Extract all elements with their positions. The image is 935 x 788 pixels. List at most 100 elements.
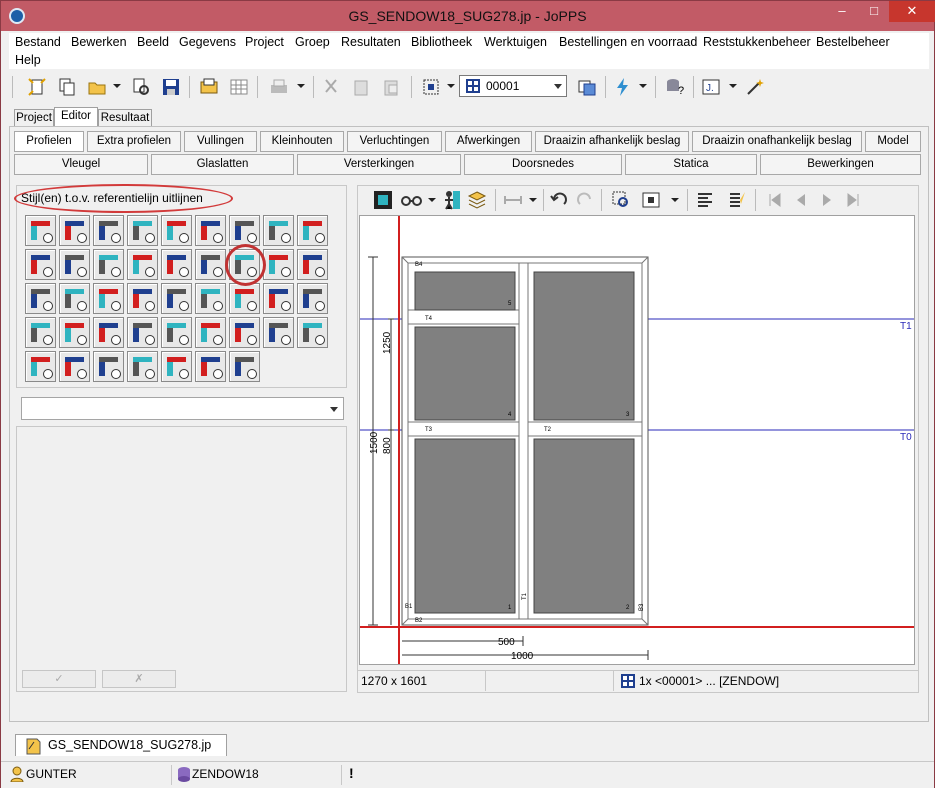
tool-button-1-3[interactable] bbox=[93, 215, 124, 246]
align-text-icon[interactable] bbox=[695, 190, 715, 210]
table-icon[interactable] bbox=[229, 77, 249, 97]
frame-view-icon[interactable] bbox=[373, 190, 393, 210]
menu-werktuigen[interactable]: Werktuigen bbox=[484, 35, 547, 49]
menu-bewerken[interactable]: Bewerken bbox=[71, 35, 127, 49]
print-dropdown-icon[interactable] bbox=[297, 84, 305, 88]
tool-button-3-9[interactable] bbox=[297, 283, 328, 314]
find-icon[interactable] bbox=[131, 77, 151, 97]
select-grid-icon[interactable] bbox=[421, 77, 441, 97]
menu-bestellingen[interactable]: Bestellingen en voorraad bbox=[559, 35, 697, 49]
zoom-select-icon[interactable] bbox=[611, 190, 631, 210]
tool-button-2-9[interactable] bbox=[297, 249, 328, 280]
maximize-button[interactable]: □ bbox=[859, 1, 889, 22]
tool-button-1-2[interactable] bbox=[59, 215, 90, 246]
new-icon[interactable] bbox=[27, 77, 47, 97]
redo-icon[interactable] bbox=[575, 190, 595, 210]
tool-button-4-3[interactable] bbox=[93, 317, 124, 348]
paste-icon[interactable] bbox=[351, 77, 371, 97]
tab-doorsnedes[interactable]: Doorsnedes bbox=[464, 154, 622, 175]
tab-editor[interactable]: Editor bbox=[54, 107, 98, 127]
tool-button-5-5[interactable] bbox=[161, 351, 192, 382]
select-dropdown-icon[interactable] bbox=[447, 84, 455, 88]
zoom-dropdown-icon[interactable] bbox=[671, 198, 679, 202]
tab-draaizin-afhankelijk[interactable]: Draaizin afhankelijk beslag bbox=[535, 131, 689, 152]
tool-button-4-2[interactable] bbox=[59, 317, 90, 348]
menu-project[interactable]: Project bbox=[245, 35, 284, 49]
tool-button-1-4[interactable] bbox=[127, 215, 158, 246]
tab-statica[interactable]: Statica bbox=[625, 154, 757, 175]
window-drawing[interactable]: B4 T4 T3 T2 T1 B1 B2 B3 5 4 3 1 2 T1 T0 … bbox=[360, 216, 915, 665]
magic-wand-icon[interactable] bbox=[745, 77, 765, 97]
tool-button-3-7[interactable] bbox=[229, 283, 260, 314]
tab-vleugel[interactable]: Vleugel bbox=[14, 154, 148, 175]
tool-button-2-1[interactable] bbox=[25, 249, 56, 280]
first-icon[interactable] bbox=[765, 190, 785, 210]
tool-button-3-1[interactable] bbox=[25, 283, 56, 314]
undo-icon[interactable] bbox=[549, 190, 569, 210]
tab-profielen[interactable]: Profielen bbox=[14, 131, 84, 152]
lightning-dropdown-icon[interactable] bbox=[639, 84, 647, 88]
tool-button-4-7[interactable] bbox=[229, 317, 260, 348]
tool-button-2-8[interactable] bbox=[263, 249, 294, 280]
menu-bestelbeheer[interactable]: Bestelbeheer bbox=[816, 35, 890, 49]
save-icon[interactable] bbox=[161, 77, 181, 97]
report-dropdown-icon[interactable] bbox=[729, 84, 737, 88]
next-icon[interactable] bbox=[817, 190, 837, 210]
tab-vullingen[interactable]: Vullingen bbox=[184, 131, 257, 152]
tool-button-2-2[interactable] bbox=[59, 249, 90, 280]
glasses-dropdown-icon[interactable] bbox=[428, 198, 436, 202]
tool-button-5-4[interactable] bbox=[127, 351, 158, 382]
confirm-button[interactable]: ✓ bbox=[22, 670, 96, 688]
tab-afwerkingen[interactable]: Afwerkingen bbox=[445, 131, 532, 152]
tab-versterkingen[interactable]: Versterkingen bbox=[297, 154, 461, 175]
menu-groep[interactable]: Groep bbox=[295, 35, 330, 49]
person-icon[interactable] bbox=[441, 190, 461, 210]
tool-button-2-5[interactable] bbox=[161, 249, 192, 280]
tool-button-1-1[interactable] bbox=[25, 215, 56, 246]
tool-button-1-8[interactable] bbox=[263, 215, 294, 246]
tab-kleinhouten[interactable]: Kleinhouten bbox=[260, 131, 344, 152]
open-dropdown-icon[interactable] bbox=[113, 84, 121, 88]
tool-button-2-6[interactable] bbox=[195, 249, 226, 280]
drawing-canvas[interactable]: B4 T4 T3 T2 T1 B1 B2 B3 5 4 3 1 2 T1 T0 … bbox=[359, 215, 915, 665]
tab-glaslatten[interactable]: Glaslatten bbox=[151, 154, 294, 175]
tool-button-4-8[interactable] bbox=[263, 317, 294, 348]
tool-button-4-4[interactable] bbox=[127, 317, 158, 348]
tool-button-3-3[interactable] bbox=[93, 283, 124, 314]
tool-button-3-8[interactable] bbox=[263, 283, 294, 314]
print-icon[interactable] bbox=[269, 77, 289, 97]
previous-icon[interactable] bbox=[791, 190, 811, 210]
model-select[interactable]: 00001 bbox=[459, 75, 567, 97]
tool-button-2-3[interactable] bbox=[93, 249, 124, 280]
tool-button-5-7[interactable] bbox=[229, 351, 260, 382]
layers-icon[interactable] bbox=[467, 190, 487, 210]
last-icon[interactable] bbox=[843, 190, 863, 210]
tool-button-5-1[interactable] bbox=[25, 351, 56, 382]
menu-bestand[interactable]: Bestand bbox=[15, 35, 61, 49]
zoom-window-icon[interactable] bbox=[641, 190, 661, 210]
report-icon[interactable]: J. bbox=[701, 77, 721, 97]
tool-button-4-9[interactable] bbox=[297, 317, 328, 348]
dimension-icon[interactable] bbox=[503, 190, 523, 210]
menu-beeld[interactable]: Beeld bbox=[137, 35, 169, 49]
cut-icon[interactable] bbox=[321, 77, 341, 97]
menu-resultaten[interactable]: Resultaten bbox=[341, 35, 401, 49]
menu-gegevens[interactable]: Gegevens bbox=[179, 35, 236, 49]
tool-button-4-1[interactable] bbox=[25, 317, 56, 348]
tool-button-3-5[interactable] bbox=[161, 283, 192, 314]
close-button[interactable]: ✕ bbox=[889, 1, 935, 22]
tab-bewerkingen[interactable]: Bewerkingen bbox=[760, 154, 921, 175]
dimension-dropdown-icon[interactable] bbox=[529, 198, 537, 202]
model-window-icon[interactable] bbox=[577, 77, 597, 97]
tab-model[interactable]: Model bbox=[865, 131, 921, 152]
cancel-button[interactable]: ✗ bbox=[102, 670, 176, 688]
tool-button-5-6[interactable] bbox=[195, 351, 226, 382]
tool-button-5-2[interactable] bbox=[59, 351, 90, 382]
tool-button-1-7[interactable] bbox=[229, 215, 260, 246]
glasses-icon[interactable] bbox=[399, 190, 425, 210]
tool-button-3-6[interactable] bbox=[195, 283, 226, 314]
minimize-button[interactable]: – bbox=[827, 1, 857, 22]
tab-draaizin-onafhankelijk[interactable]: Draaizin onafhankelijk beslag bbox=[692, 131, 862, 152]
tool-button-4-5[interactable] bbox=[161, 317, 192, 348]
document-tab[interactable]: GS_SENDOW18_SUG278.jp bbox=[15, 734, 227, 756]
